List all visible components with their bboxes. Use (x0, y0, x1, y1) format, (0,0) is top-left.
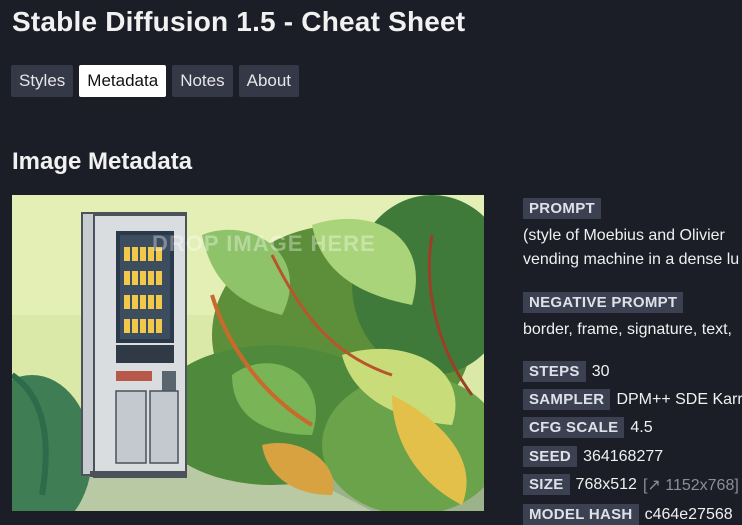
tab-about[interactable]: About (238, 65, 300, 97)
steps-label: STEPS (523, 361, 586, 382)
negative-prompt-label: NEGATIVE PROMPT (523, 292, 684, 313)
tab-bar: Styles Metadata Notes About (11, 65, 300, 97)
cfg-scale-label: CFG SCALE (523, 417, 625, 438)
tab-styles[interactable]: Styles (11, 65, 74, 97)
seed-value: 364168277 (583, 447, 664, 465)
steps-value: 30 (591, 362, 610, 380)
prompt-label: PROMPT (523, 198, 601, 219)
section-title: Image Metadata (12, 148, 193, 175)
model-hash-label: MODEL HASH (523, 504, 639, 525)
seed-label: SEED (523, 446, 578, 467)
image-drop-zone[interactable]: DROP IMAGE HERE (12, 195, 484, 511)
size-upscale-link[interactable]: [↗ 1152x768] (643, 475, 739, 495)
size-value: 768x512 (575, 475, 637, 493)
sampler-label: SAMPLER (523, 389, 611, 410)
size-label: SIZE (523, 474, 570, 495)
drop-image-hint: DROP IMAGE HERE (152, 231, 376, 256)
tab-notes[interactable]: Notes (172, 65, 233, 97)
prompt-text-line2: vending machine in a dense lu (523, 251, 740, 268)
cfg-scale-value: 4.5 (630, 418, 653, 436)
page-title: Stable Diffusion 1.5 - Cheat Sheet (12, 6, 466, 37)
sampler-value: DPM++ SDE Karras (616, 390, 742, 408)
tab-metadata[interactable]: Metadata (79, 65, 167, 97)
negative-prompt-text: border, frame, signature, text, (523, 321, 732, 338)
prompt-text-line1: (style of Moebius and Olivier (523, 227, 725, 244)
